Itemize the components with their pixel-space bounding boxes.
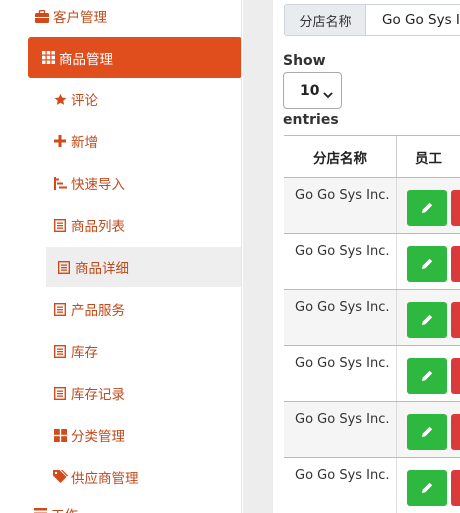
table-row: Go Go Sys Inc.	[284, 233, 460, 290]
sitemap-icon	[52, 175, 68, 191]
search-label: 分店名称	[284, 4, 366, 36]
sidebar-item-label: 评论	[71, 93, 98, 109]
branch-name-cell: Go Go Sys Inc.	[284, 178, 397, 234]
list-icon	[52, 385, 68, 401]
sidebar-item-label: 库存记录	[71, 387, 125, 403]
edit-button[interactable]	[407, 246, 447, 282]
sidebar-item-add[interactable]: 新增	[52, 130, 98, 152]
sidebar-item-label: 产品服务	[71, 303, 125, 319]
table-row: Go Go Sys Inc.	[284, 401, 460, 458]
briefcase-icon	[34, 8, 50, 24]
sidebar-item-work[interactable]: 工作	[32, 503, 78, 513]
edit-button[interactable]	[407, 414, 447, 450]
table-row: Go Go Sys Inc.	[284, 345, 460, 402]
show-label: Show	[283, 53, 326, 69]
branch-name-cell: Go Go Sys Inc.	[284, 234, 397, 290]
delete-button[interactable]	[451, 470, 460, 506]
pencil-icon	[422, 258, 433, 269]
sidebar-item-label: 商品详细	[75, 261, 129, 277]
sidebar-item-suppliers[interactable]: 供应商管理	[52, 466, 139, 488]
page-gutter	[243, 0, 273, 513]
edit-button[interactable]	[407, 358, 447, 394]
sidebar-item-label: 客户管理	[53, 10, 107, 26]
list-icon	[56, 259, 72, 275]
left-margin	[0, 0, 20, 513]
table-row: Go Go Sys Inc.	[284, 457, 460, 513]
sidebar-item-label: 快速导入	[71, 177, 125, 193]
list-icon	[52, 217, 68, 233]
pencil-icon	[422, 202, 433, 213]
grid-icon	[52, 427, 68, 443]
sidebar-item-services[interactable]: 产品服务	[52, 298, 125, 320]
edit-button[interactable]	[407, 190, 447, 226]
grid-icon	[40, 50, 56, 66]
search-input[interactable]: Go Go Sys Inc.	[365, 4, 460, 36]
sidebar-item-products[interactable]: 商品管理	[28, 37, 241, 78]
sidebar-item-customers[interactable]: 客户管理	[34, 5, 107, 27]
list-icon	[52, 343, 68, 359]
branch-name-cell: Go Go Sys Inc.	[284, 402, 397, 458]
sidebar-item-categories[interactable]: 分类管理	[52, 424, 125, 446]
entries-select[interactable]: 10	[283, 72, 342, 109]
branch-name-cell: Go Go Sys Inc.	[284, 346, 397, 402]
sidebar-item-reviews[interactable]: 评论	[52, 88, 98, 110]
sidebar: 客户管理 商品管理 评论 新增 快速导入 商品列表 商品详细 产品服务 库存 库…	[20, 0, 242, 513]
tags-icon	[52, 469, 68, 485]
sidebar-item-product-list[interactable]: 商品列表	[52, 214, 125, 236]
table-row: Go Go Sys Inc.	[284, 289, 460, 346]
sidebar-item-label: 库存	[71, 345, 98, 361]
entries-label: entries	[283, 112, 339, 128]
edit-button[interactable]	[407, 302, 447, 338]
delete-button[interactable]	[451, 358, 460, 394]
pencil-icon	[422, 426, 433, 437]
entries-select-value: 10	[300, 82, 320, 99]
delete-button[interactable]	[451, 414, 460, 450]
sidebar-item-label: 分类管理	[71, 429, 125, 445]
sidebar-item-label: 商品管理	[59, 51, 113, 68]
menu-icon	[32, 506, 48, 513]
sidebar-item-inventory-log[interactable]: 库存记录	[52, 382, 125, 404]
star-icon	[52, 91, 68, 107]
edit-button[interactable]	[407, 470, 447, 506]
sidebar-item-label: 供应商管理	[71, 471, 139, 487]
plus-icon	[52, 133, 68, 149]
sidebar-item-label: 新增	[71, 135, 98, 151]
data-table: 分店名称 员工 Go Go Sys Inc. Go Go Sys Inc. Go…	[284, 135, 460, 513]
table-row: Go Go Sys Inc.	[284, 177, 460, 234]
chevron-down-icon	[323, 87, 333, 103]
delete-button[interactable]	[451, 246, 460, 282]
column-header-branch[interactable]: 分店名称	[284, 136, 397, 177]
delete-button[interactable]	[451, 302, 460, 338]
branch-name-cell: Go Go Sys Inc.	[284, 290, 397, 346]
sidebar-item-label: 工作	[51, 504, 78, 513]
sidebar-item-inventory[interactable]: 库存	[52, 340, 98, 362]
branch-name-cell: Go Go Sys Inc.	[284, 458, 397, 513]
sidebar-item-product-detail[interactable]: 商品详细	[46, 247, 241, 287]
pencil-icon	[422, 482, 433, 493]
pencil-icon	[422, 370, 433, 381]
column-header-staff[interactable]: 员工	[397, 136, 460, 177]
pencil-icon	[422, 314, 433, 325]
sidebar-item-label: 商品列表	[71, 219, 125, 235]
delete-button[interactable]	[451, 190, 460, 226]
main-content: 分店名称 Go Go Sys Inc. Show 10 entries 分店名称…	[273, 0, 460, 513]
sidebar-item-quick-import[interactable]: 快速导入	[52, 172, 125, 194]
list-icon	[52, 301, 68, 317]
